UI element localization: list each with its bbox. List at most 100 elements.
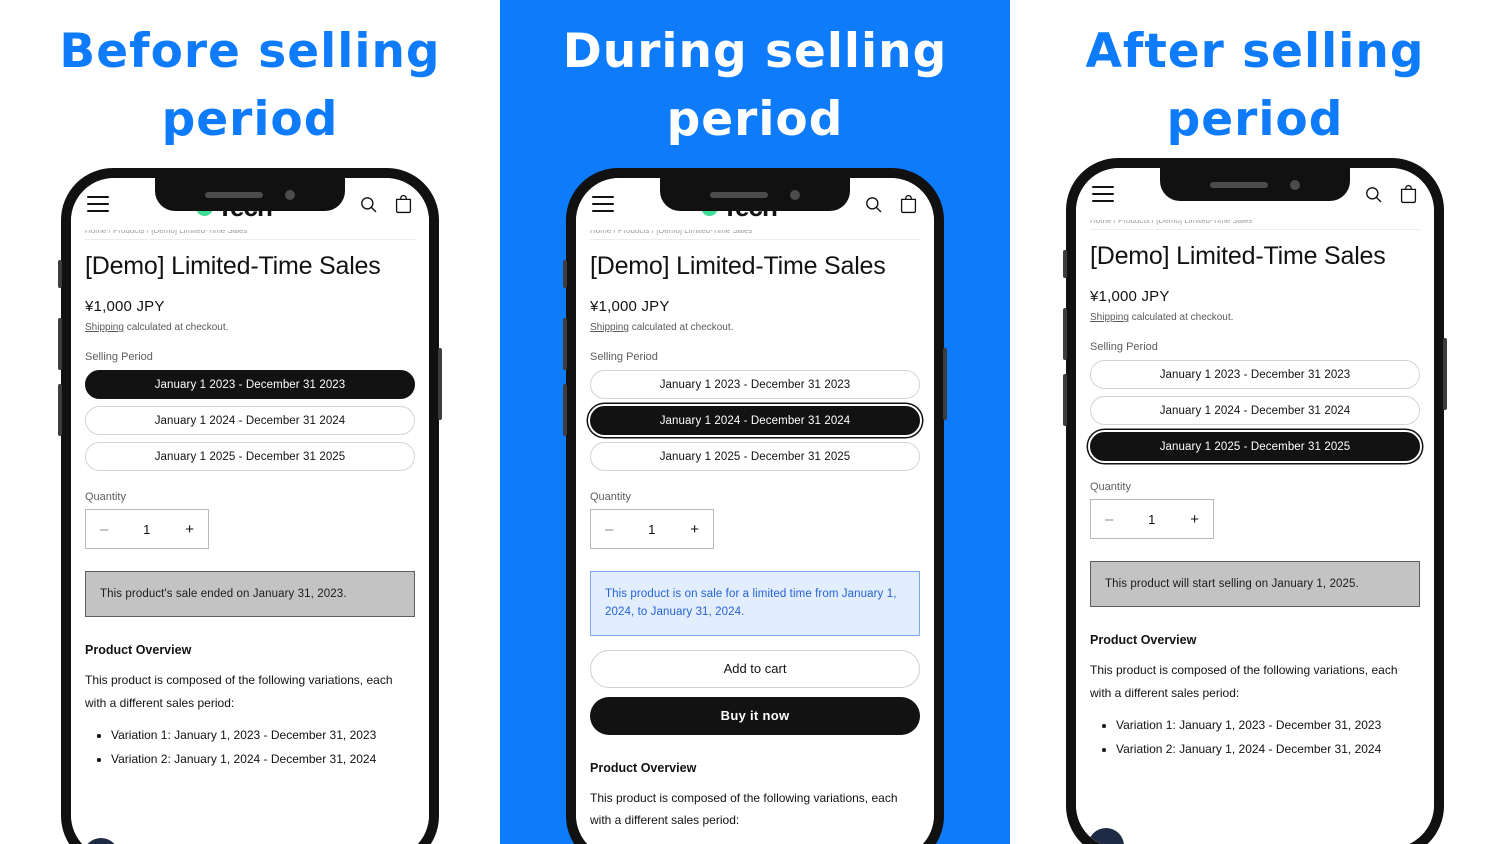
phone-volume-up-button[interactable] <box>58 318 62 370</box>
availability-notice: This product's sale ended on January 31,… <box>85 571 415 618</box>
variant-option[interactable]: January 1 2023 - December 31 2023 <box>590 370 920 399</box>
earpiece-speaker-icon <box>710 191 768 198</box>
product-price: ¥1,000 JPY <box>1090 288 1170 305</box>
phone-silent-switch[interactable] <box>563 260 567 288</box>
phone-power-button[interactable] <box>943 348 947 420</box>
phone-volume-down-button[interactable] <box>58 384 62 436</box>
add-to-cart-button[interactable]: Add to cart <box>590 649 920 688</box>
phone-mockup: TechHome / Products / [Demo] Limited-Tim… <box>563 168 947 844</box>
phone-power-button[interactable] <box>438 348 442 420</box>
overview-heading: Product Overview <box>1090 633 1197 648</box>
hamburger-icon[interactable] <box>1092 186 1114 202</box>
variant-option[interactable]: January 1 2025 - December 31 2025 <box>85 442 415 471</box>
panel-0: Before selling period TechHome / Products… <box>0 0 500 844</box>
overview-body: This product is composed of the followin… <box>590 790 898 827</box>
quantity-decrease-button[interactable]: – <box>100 521 108 538</box>
product-page: Home / Products / [Demo] Limited-Time Sa… <box>576 230 934 844</box>
search-icon[interactable] <box>1364 185 1383 204</box>
quantity-increase-button[interactable]: + <box>185 521 194 538</box>
page-title: [Demo] Limited-Time Sales <box>85 252 381 280</box>
panel-1: During selling period TechHome / Products… <box>500 0 1010 844</box>
product-page: Home / Products / [Demo] Limited-Time Sa… <box>71 230 429 844</box>
availability-notice: This product will start selling on Janua… <box>1090 561 1420 608</box>
header-icons <box>864 194 918 214</box>
phone-silent-switch[interactable] <box>1063 250 1067 278</box>
shipping-link[interactable]: Shipping <box>1090 312 1129 323</box>
shipping-link[interactable]: Shipping <box>590 322 629 333</box>
cta-group: Add to cart Buy it now <box>590 649 920 735</box>
search-icon[interactable] <box>864 195 883 214</box>
variant-group: January 1 2023 - December 31 2023 January… <box>590 370 920 471</box>
phone-volume-up-button[interactable] <box>1063 308 1067 360</box>
variant-option[interactable]: January 1 2023 - December 31 2023 <box>1090 360 1420 389</box>
panel-2: After selling period Home / Products / [D… <box>1010 0 1500 844</box>
phone-volume-down-button[interactable] <box>563 384 567 436</box>
earpiece-speaker-icon <box>205 191 263 198</box>
quantity-decrease-button[interactable]: – <box>605 521 613 538</box>
front-camera-icon <box>790 189 800 200</box>
quantity-stepper[interactable]: – 1 + <box>590 509 714 549</box>
front-camera-icon <box>1290 179 1300 190</box>
shipping-note: Shipping calculated at checkout. <box>590 322 920 333</box>
front-camera-icon <box>285 189 295 200</box>
overview-body: This product is composed of the followin… <box>85 673 393 710</box>
availability-notice: This product is on sale for a limited ti… <box>590 571 920 636</box>
selling-period-label: Selling Period <box>1090 341 1158 353</box>
quantity-decrease-button[interactable]: – <box>1105 511 1113 528</box>
overview-heading: Product Overview <box>590 760 697 775</box>
quantity-label: Quantity <box>590 491 631 503</box>
search-icon[interactable] <box>359 195 378 214</box>
page-title: [Demo] Limited-Time Sales <box>1090 242 1386 270</box>
page-title: [Demo] Limited-Time Sales <box>590 252 886 280</box>
phone-screen: TechHome / Products / [Demo] Limited-Tim… <box>576 178 934 844</box>
phone-volume-down-button[interactable] <box>1063 374 1067 426</box>
phone-screen: TechHome / Products / [Demo] Limited-Tim… <box>71 178 429 844</box>
product-page: Home / Products / [Demo] Limited-Time Sa… <box>1076 220 1434 844</box>
earpiece-speaker-icon <box>1210 181 1268 188</box>
shipping-link[interactable]: Shipping <box>85 322 124 333</box>
variant-option[interactable]: January 1 2024 - December 31 2024 <box>1090 396 1420 425</box>
quantity-stepper[interactable]: – 1 + <box>1090 499 1214 539</box>
phone-notch <box>155 178 345 211</box>
hamburger-icon[interactable] <box>592 196 614 212</box>
list-item: Variation 2: January 1, 2024 - December … <box>111 748 415 770</box>
list-item: Variation 2: January 1, 2024 - December … <box>1116 738 1420 760</box>
panel-heading: After selling period <box>1085 24 1425 148</box>
shipping-note: Shipping calculated at checkout. <box>85 322 415 333</box>
phone-notch <box>660 178 850 211</box>
quantity-stepper[interactable]: – 1 + <box>85 509 209 549</box>
quantity-increase-button[interactable]: + <box>1190 511 1199 528</box>
variant-group: January 1 2023 - December 31 2023 January… <box>85 370 415 471</box>
variant-option[interactable]: January 1 2024 - December 31 2024 <box>590 406 920 435</box>
phone-mockup: TechHome / Products / [Demo] Limited-Tim… <box>58 168 442 844</box>
phone-screen: Home / Products / [Demo] Limited-Time Sa… <box>1076 168 1434 844</box>
phone-mockup: Home / Products / [Demo] Limited-Time Sa… <box>1063 158 1447 844</box>
shopping-bag-icon[interactable] <box>899 194 918 214</box>
shopping-bag-icon[interactable] <box>394 194 413 214</box>
variant-option[interactable]: January 1 2025 - December 31 2025 <box>1090 432 1420 461</box>
list-item: Variation 1: January 1, 2023 - December … <box>1116 714 1420 736</box>
selling-period-label: Selling Period <box>85 351 153 363</box>
overview-body: This product is composed of the followin… <box>1090 663 1398 700</box>
hamburger-icon[interactable] <box>87 196 109 212</box>
quantity-value: 1 <box>648 521 656 537</box>
panel-heading: During selling period <box>562 24 948 148</box>
phone-power-button[interactable] <box>1443 338 1447 410</box>
shipping-note-rest: calculated at checkout. <box>628 322 734 333</box>
breadcrumb: Home / Products / [Demo] Limited-Time Sa… <box>85 230 415 240</box>
variant-option[interactable]: January 1 2023 - December 31 2023 <box>85 370 415 399</box>
phone-volume-up-button[interactable] <box>563 318 567 370</box>
comparison-board: Before selling period TechHome / Products… <box>0 0 1500 844</box>
quantity-increase-button[interactable]: + <box>690 521 699 538</box>
variant-option[interactable]: January 1 2025 - December 31 2025 <box>590 442 920 471</box>
variation-list: Variation 1: January 1, 2023 - December … <box>1090 714 1420 760</box>
buy-it-now-button[interactable]: Buy it now <box>590 696 920 735</box>
shopping-bag-icon[interactable] <box>1399 184 1418 204</box>
shipping-note-rest: calculated at checkout. <box>123 322 229 333</box>
quantity-value: 1 <box>1148 511 1156 527</box>
overview-heading: Product Overview <box>85 643 192 658</box>
phone-silent-switch[interactable] <box>58 260 62 288</box>
variant-option[interactable]: January 1 2024 - December 31 2024 <box>85 406 415 435</box>
quantity-value: 1 <box>143 521 151 537</box>
list-item: Variation 1: January 1, 2023 - December … <box>111 724 415 746</box>
